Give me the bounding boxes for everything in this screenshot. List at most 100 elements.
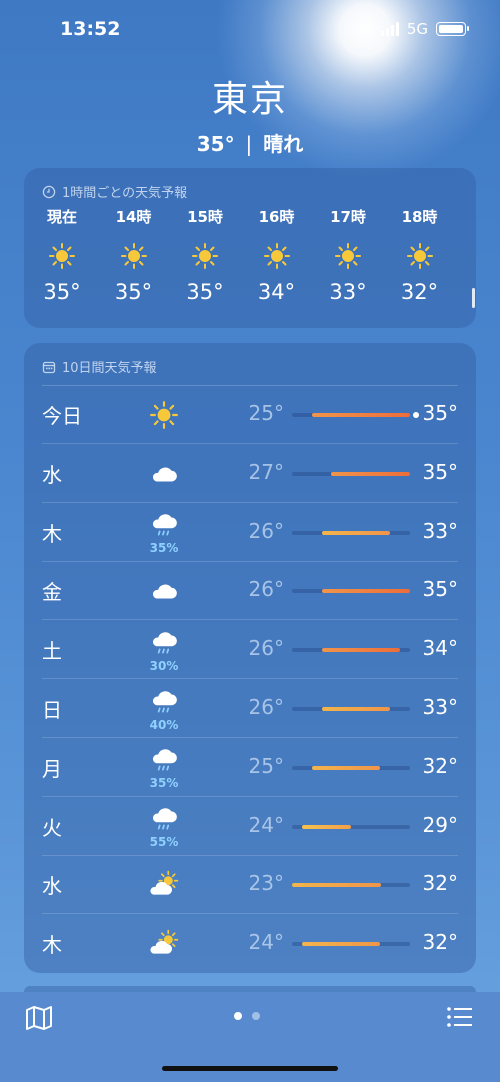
- temp-range-track: [292, 942, 410, 947]
- hourly-item: 現在 35°: [26, 206, 98, 304]
- rain-icon: 30%: [144, 625, 184, 675]
- temp-range-track: [292, 883, 410, 888]
- rain-icon: 55%: [144, 802, 184, 852]
- high-temp: 35°: [422, 401, 458, 425]
- low-temp: 26°: [248, 636, 284, 661]
- hourly-time: 16時: [258, 208, 295, 226]
- day-name: 木: [42, 521, 62, 546]
- daily-title-text: 10日間天気予報: [62, 361, 157, 376]
- temp-range-bar: [301, 942, 381, 947]
- current-temp: 35°: [196, 132, 235, 156]
- temp-range-track: [292, 707, 410, 711]
- daily-row[interactable]: 木 35% 26° 33°: [24, 504, 476, 562]
- horizontal-scrollbar[interactable]: [472, 288, 475, 308]
- clock-icon: [42, 185, 56, 198]
- temp-range-track: [292, 589, 410, 594]
- calendar-icon: [42, 361, 56, 373]
- hourly-temp: 35°: [186, 280, 224, 304]
- day-name: 今日: [42, 404, 82, 428]
- low-temp: 27°: [248, 459, 284, 484]
- high-temp: 29°: [422, 812, 458, 837]
- hourly-time: 現在: [46, 208, 77, 226]
- daily-row[interactable]: 月 35% 25° 32°: [24, 739, 476, 797]
- high-temp: 33°: [422, 518, 458, 543]
- daily-row[interactable]: 火 55% 24° 29°: [24, 798, 476, 856]
- page-indicator[interactable]: [234, 1012, 260, 1020]
- hourly-item: 17時 33°: [312, 206, 384, 304]
- partly-cloudy-icon: [144, 919, 184, 969]
- map-icon[interactable]: [24, 1004, 54, 1032]
- day-name: 日: [42, 698, 62, 722]
- daily-forecast-card: 10日間天気予報 今日 25° 35° 水 27° 35° 木 35% 26° 33° 金 26° 3…: [24, 343, 476, 973]
- day-name: 金: [42, 580, 62, 605]
- sun-icon: [384, 236, 456, 276]
- low-temp: 24°: [248, 930, 284, 955]
- sun-icon: [26, 236, 98, 276]
- hourly-time: 17時: [330, 208, 366, 226]
- daily-row[interactable]: 水 23° 32°: [24, 856, 476, 915]
- day-name: 木: [42, 933, 62, 958]
- next-card-edge: [24, 986, 476, 992]
- low-temp: 23°: [248, 871, 284, 896]
- precip-chance: 40%: [149, 717, 179, 732]
- sun-icon: [169, 236, 241, 276]
- status-time: 13:52: [60, 18, 121, 40]
- precip-chance: 35%: [149, 541, 179, 556]
- low-temp: 25°: [248, 401, 284, 425]
- temp-range-bar: [292, 883, 381, 888]
- hourly-items: 現在 35° 14時 35° 15時 35° 16時 34° 17時 33° 18時 32°: [24, 206, 476, 316]
- sun-icon: [241, 236, 313, 276]
- battery-icon: [436, 22, 469, 36]
- daily-row[interactable]: 金 26° 35°: [24, 562, 476, 621]
- high-temp: 32°: [422, 930, 458, 955]
- daily-title: 10日間天気予報: [42, 357, 157, 376]
- hourly-temp: 33°: [329, 280, 367, 304]
- temp-range-bar: [321, 648, 401, 653]
- precip-chance: 35%: [149, 776, 179, 791]
- hourly-forecast-card[interactable]: 1時間ごとの天気予報 現在 35° 14時 35° 15時 35° 16時 34° 17時 33°…: [24, 168, 476, 328]
- signal-icon: [380, 22, 399, 36]
- temp-range-track: [292, 648, 410, 653]
- precip-chance: 55%: [149, 835, 179, 850]
- hourly-temp: 35°: [114, 280, 153, 304]
- temp-range-bar: [321, 707, 391, 711]
- home-indicator[interactable]: [162, 1066, 338, 1071]
- sun-icon: [144, 390, 184, 440]
- rain-icon: 35%: [144, 508, 184, 558]
- hourly-item: 14時 35°: [98, 206, 170, 304]
- high-temp: 33°: [422, 695, 458, 719]
- daily-row[interactable]: 日 40% 26° 33°: [24, 680, 476, 738]
- daily-row[interactable]: 木 24° 32°: [24, 915, 476, 973]
- hourly-item: 18時 32°: [384, 206, 456, 304]
- status-indicators: 5G: [380, 20, 469, 38]
- temp-range-bar: [311, 765, 381, 770]
- low-temp: 25°: [248, 753, 284, 778]
- page-dot-1[interactable]: [234, 1012, 242, 1020]
- rain-icon: 35%: [144, 743, 184, 793]
- current-summary: 35° | 晴れ: [0, 128, 500, 157]
- precip-chance: 30%: [149, 658, 179, 673]
- temp-range-track: [292, 824, 410, 829]
- temp-range-bar: [331, 471, 410, 476]
- page-dot-2[interactable]: [252, 1012, 260, 1020]
- list-icon[interactable]: [446, 1004, 474, 1030]
- location-header: 東京 35° | 晴れ: [0, 70, 500, 157]
- hourly-temp: 32°: [400, 280, 439, 304]
- cloud-icon: [144, 566, 184, 616]
- hourly-title: 1時間ごとの天気予報: [42, 182, 187, 201]
- sun-icon: [98, 236, 170, 276]
- daily-row[interactable]: 水 27° 35°: [24, 445, 476, 503]
- temp-range-bar: [321, 589, 410, 594]
- temp-range-bar: [301, 824, 351, 829]
- daily-row[interactable]: 土 30% 26° 34°: [24, 621, 476, 680]
- low-temp: 24°: [248, 812, 284, 837]
- cloud-icon: [144, 449, 184, 499]
- summary-separator: |: [245, 132, 253, 156]
- hourly-item: 15時 35°: [169, 206, 241, 304]
- high-temp: 32°: [422, 753, 458, 778]
- hourly-temp: 34°: [257, 280, 296, 304]
- high-temp: 34°: [422, 636, 458, 661]
- day-name: 月: [42, 756, 62, 781]
- hourly-time: 15時: [187, 208, 223, 226]
- daily-row[interactable]: 今日 25° 35°: [24, 386, 476, 444]
